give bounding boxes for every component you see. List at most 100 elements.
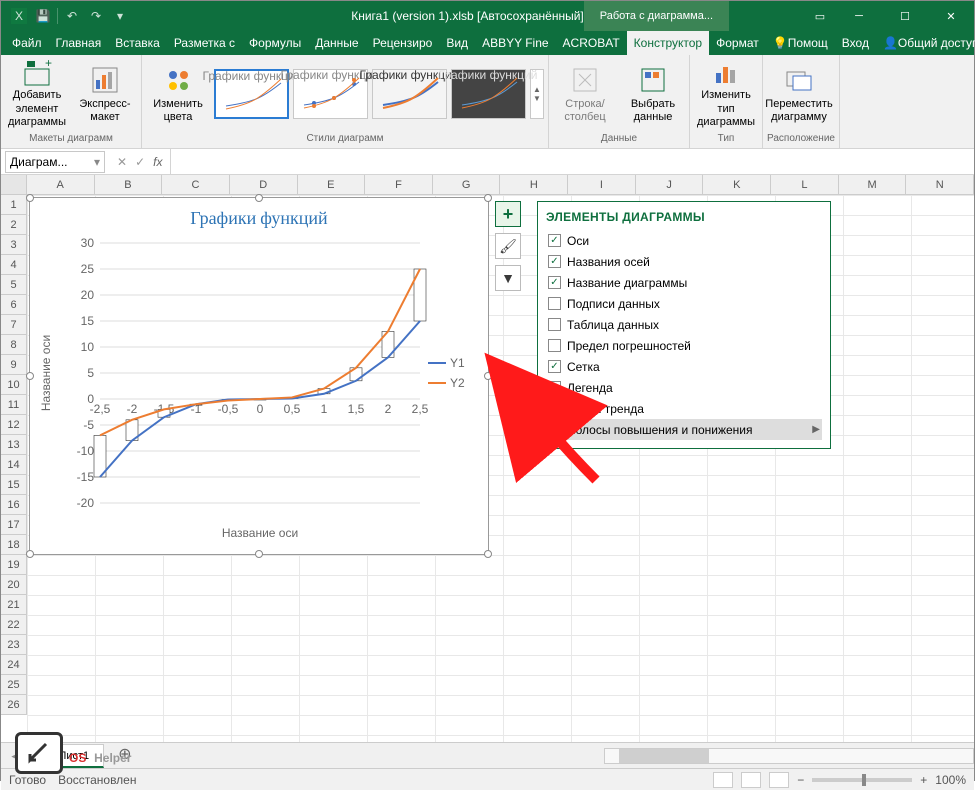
change-chart-type-button[interactable]: Изменить тип диаграммы xyxy=(694,59,758,129)
tab-file[interactable]: Файл xyxy=(5,31,49,55)
ribbon-options-icon[interactable]: ▭ xyxy=(804,1,836,31)
sign-in[interactable]: Вход xyxy=(835,31,876,55)
add-chart-element-button[interactable]: + Добавить элемент диаграммы xyxy=(5,59,69,129)
name-box[interactable]: Диаграм...▾ xyxy=(5,151,105,173)
zoom-level[interactable]: 100% xyxy=(935,773,966,787)
undo-icon[interactable]: ↶ xyxy=(62,6,82,26)
minimize-icon[interactable]: ─ xyxy=(836,1,882,31)
row-header[interactable]: 23 xyxy=(1,635,27,655)
row-header[interactable]: 14 xyxy=(1,455,27,475)
column-header[interactable]: F xyxy=(365,175,433,194)
chart-element-item[interactable]: Легенда xyxy=(546,377,822,398)
zoom-out-button[interactable]: − xyxy=(797,773,804,787)
chart-elements-button[interactable]: + xyxy=(495,201,521,227)
chart-styles-gallery[interactable]: Графики функций Графики функций Графики … xyxy=(214,69,544,119)
column-header[interactable]: G xyxy=(433,175,501,194)
tab-design[interactable]: Конструктор xyxy=(627,31,709,55)
checkbox-icon[interactable] xyxy=(548,276,561,289)
checkbox-icon[interactable] xyxy=(548,255,561,268)
tab-formulas[interactable]: Формулы xyxy=(242,31,308,55)
chart-element-item[interactable]: Название диаграммы xyxy=(546,272,822,293)
chart-filters-button[interactable]: ▼ xyxy=(495,265,521,291)
tab-abbyy[interactable]: ABBYY Fine xyxy=(475,31,555,55)
row-header[interactable]: 20 xyxy=(1,575,27,595)
chart-element-item[interactable]: Предел погрешностей xyxy=(546,335,822,356)
row-header[interactable]: 17 xyxy=(1,515,27,535)
checkbox-icon[interactable] xyxy=(548,360,561,373)
zoom-in-button[interactable]: + xyxy=(920,773,927,787)
horizontal-scrollbar[interactable] xyxy=(604,748,974,764)
tab-review[interactable]: Рецензиро xyxy=(366,31,440,55)
checkbox-icon[interactable] xyxy=(548,297,561,310)
column-header[interactable]: E xyxy=(298,175,366,194)
column-header[interactable]: K xyxy=(703,175,771,194)
checkbox-icon[interactable] xyxy=(548,234,561,247)
row-header[interactable]: 24 xyxy=(1,655,27,675)
chart-title[interactable]: Графики функций xyxy=(30,198,488,233)
column-header[interactable]: M xyxy=(839,175,907,194)
row-header[interactable]: 2 xyxy=(1,215,27,235)
tab-data[interactable]: Данные xyxy=(308,31,365,55)
page-break-view-button[interactable] xyxy=(769,772,789,788)
cancel-icon[interactable]: ✕ xyxy=(117,155,127,169)
chart-element-item[interactable]: Названия осей xyxy=(546,251,822,272)
tab-page-layout[interactable]: Разметка с xyxy=(167,31,242,55)
checkbox-icon[interactable] xyxy=(548,318,561,331)
fx-icon[interactable]: fx xyxy=(153,155,162,169)
column-header[interactable]: D xyxy=(230,175,298,194)
column-header[interactable]: H xyxy=(500,175,568,194)
chart-style-1[interactable]: Графики функций xyxy=(214,69,289,119)
checkbox-icon[interactable] xyxy=(548,423,561,436)
tab-format[interactable]: Формат xyxy=(709,31,766,55)
row-header[interactable]: 5 xyxy=(1,275,27,295)
column-header[interactable]: A xyxy=(27,175,95,194)
page-layout-view-button[interactable] xyxy=(741,772,761,788)
row-header[interactable]: 25 xyxy=(1,675,27,695)
row-header[interactable]: 15 xyxy=(1,475,27,495)
row-header[interactable]: 12 xyxy=(1,415,27,435)
column-header[interactable]: B xyxy=(95,175,163,194)
share-button[interactable]: 👤 Общий доступ xyxy=(876,31,975,55)
chart-element-item[interactable]: Подписи данных xyxy=(546,293,822,314)
column-header[interactable]: J xyxy=(636,175,704,194)
accept-icon[interactable]: ✓ xyxy=(135,155,145,169)
select-data-button[interactable]: Выбрать данные xyxy=(621,59,685,129)
move-chart-button[interactable]: Переместить диаграмму xyxy=(767,59,831,129)
row-header[interactable]: 22 xyxy=(1,615,27,635)
row-header[interactable]: 19 xyxy=(1,555,27,575)
maximize-icon[interactable]: ☐ xyxy=(882,1,928,31)
checkbox-icon[interactable] xyxy=(548,339,561,352)
formula-bar[interactable] xyxy=(170,149,974,174)
switch-row-column-button[interactable]: Строка/столбец xyxy=(553,59,617,129)
row-header[interactable]: 3 xyxy=(1,235,27,255)
checkbox-icon[interactable] xyxy=(548,381,561,394)
row-header[interactable]: 10 xyxy=(1,375,27,395)
redo-icon[interactable]: ↷ xyxy=(86,6,106,26)
save-icon[interactable]: 💾 xyxy=(33,6,53,26)
chart-style-4[interactable]: Графики функций xyxy=(451,69,526,119)
row-header[interactable]: 18 xyxy=(1,535,27,555)
column-header[interactable]: N xyxy=(906,175,974,194)
column-header[interactable]: I xyxy=(568,175,636,194)
change-colors-button[interactable]: Изменить цвета xyxy=(146,59,210,129)
embedded-chart[interactable]: Графики функций -20-15-10-5051015202530-… xyxy=(29,197,489,555)
chart-element-item[interactable]: Полосы повышения и понижения▶ xyxy=(546,419,822,440)
chart-element-item[interactable]: Линия тренда xyxy=(546,398,822,419)
checkbox-icon[interactable] xyxy=(548,402,561,415)
row-header[interactable]: 7 xyxy=(1,315,27,335)
column-header[interactable]: C xyxy=(162,175,230,194)
chart-style-3[interactable]: Графики функций xyxy=(372,69,447,119)
row-header[interactable]: 16 xyxy=(1,495,27,515)
row-header[interactable]: 13 xyxy=(1,435,27,455)
chart-style-2[interactable]: Графики функций xyxy=(293,69,368,119)
close-icon[interactable]: ✕ xyxy=(928,1,974,31)
row-header[interactable]: 1 xyxy=(1,195,27,215)
chevron-right-icon[interactable]: ▶ xyxy=(812,424,820,435)
row-header[interactable]: 8 xyxy=(1,335,27,355)
tab-insert[interactable]: Вставка xyxy=(108,31,167,55)
normal-view-button[interactable] xyxy=(713,772,733,788)
chart-element-item[interactable]: Таблица данных xyxy=(546,314,822,335)
tab-home[interactable]: Главная xyxy=(49,31,109,55)
row-header[interactable]: 26 xyxy=(1,695,27,715)
quick-layout-button[interactable]: Экспресс-макет xyxy=(73,59,137,129)
